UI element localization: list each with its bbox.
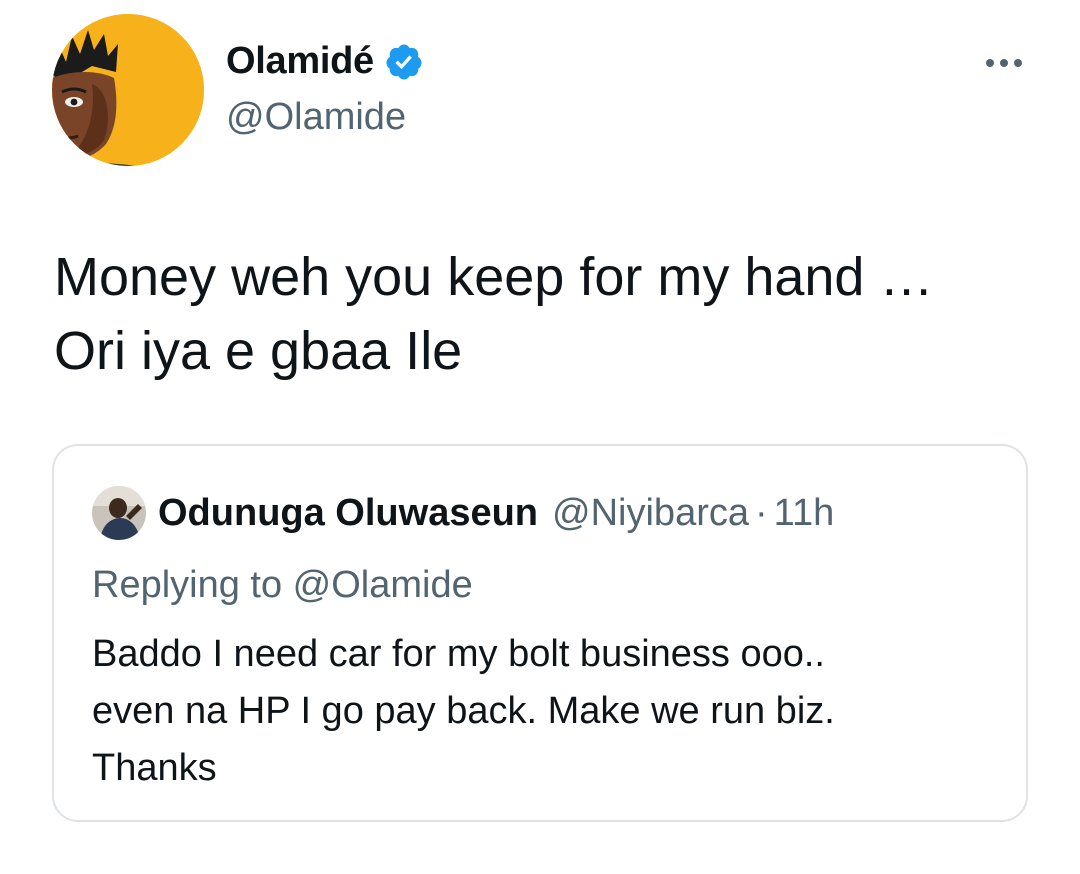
quoted-timestamp[interactable]: 11h — [774, 492, 835, 535]
more-horizontal-icon — [976, 48, 1032, 78]
quoted-tweet-header: Odunuga Oluwaseun @Niyibarca · 11h — [92, 486, 834, 540]
quoted-author-handle[interactable]: @Niyibarca — [552, 492, 749, 535]
author-name[interactable]: Olamidé — [226, 40, 374, 83]
quoted-author-name[interactable]: Odunuga Oluwaseun — [158, 492, 538, 535]
author-avatar[interactable] — [52, 14, 204, 166]
author-handle[interactable]: @Olamide — [226, 96, 406, 139]
author-name-row[interactable]: Olamidé — [226, 40, 424, 83]
avatar-cartoon-portrait-icon — [52, 14, 204, 166]
tweet-text-line: Money weh you keep for my hand … — [54, 247, 934, 307]
separator-dot: · — [755, 491, 768, 534]
tweet-text: Money weh you keep for my hand … Ori iya… — [54, 240, 1044, 388]
verified-badge-icon — [386, 44, 422, 79]
tweet: Olamidé @Olamide Money weh you keep for … — [0, 0, 1080, 874]
quoted-text-line: Thanks — [92, 747, 217, 789]
more-options-button[interactable] — [976, 48, 1032, 78]
avatar-photo-icon — [92, 486, 146, 540]
quoted-tweet-text: Baddo I need car for my bolt business oo… — [92, 626, 835, 797]
quoted-text-line: Baddo I need car for my bolt business oo… — [92, 633, 825, 675]
quoted-tweet-card[interactable]: Odunuga Oluwaseun @Niyibarca · 11h Reply… — [52, 444, 1028, 822]
tweet-text-line: Ori iya e gbaa Ile — [54, 321, 463, 381]
replying-to-label: Replying to @Olamide — [92, 564, 473, 606]
quoted-text-line: even na HP I go pay back. Make we run bi… — [92, 690, 835, 732]
quoted-author-avatar[interactable] — [92, 486, 146, 540]
